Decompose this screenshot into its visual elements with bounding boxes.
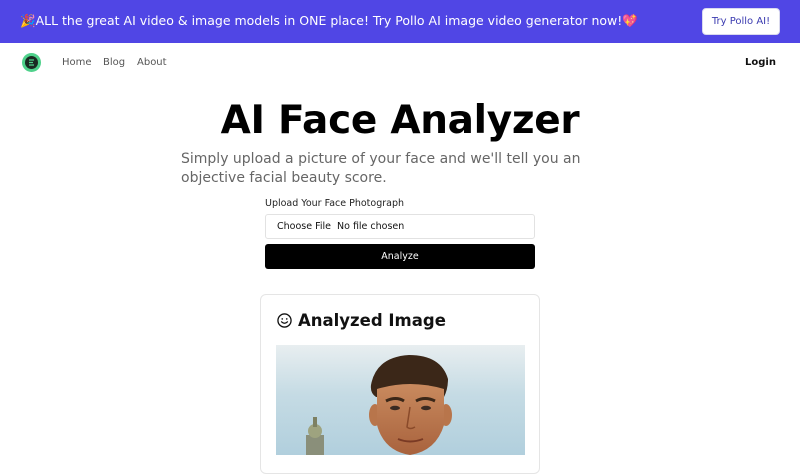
nav-blog-link[interactable]: Blog	[103, 57, 125, 68]
logo-glyph	[29, 59, 34, 66]
promo-banner-text: 🎉ALL the great AI video & image models i…	[20, 13, 638, 28]
logo-mark	[25, 56, 38, 69]
page-title: AI Face Analyzer	[220, 98, 580, 143]
page-subtitle: Simply upload a picture of your face and…	[181, 151, 581, 186]
top-nav: Home Blog About Login	[0, 43, 800, 83]
analyze-button[interactable]: Analyze	[265, 244, 535, 269]
nav-about-link[interactable]: About	[137, 57, 167, 68]
analyzed-image-card: Analyzed Image	[260, 294, 540, 474]
choose-file-button[interactable]: Choose File	[277, 221, 331, 232]
login-link[interactable]: Login	[745, 57, 776, 68]
file-status-text: No file chosen	[337, 221, 405, 232]
logo-icon[interactable]	[22, 53, 41, 72]
card-title: Analyzed Image	[298, 311, 446, 330]
try-pollo-button[interactable]: Try Pollo AI!	[702, 8, 780, 35]
card-header: Analyzed Image	[277, 311, 446, 330]
face-photo	[276, 345, 525, 455]
face-photo-illustration	[306, 355, 452, 455]
nav-home-link[interactable]: Home	[62, 57, 92, 68]
upload-label: Upload Your Face Photograph	[265, 198, 405, 209]
promo-banner: 🎉ALL the great AI video & image models i…	[0, 0, 800, 43]
smile-icon	[277, 313, 292, 328]
file-upload-input[interactable]: Choose File No file chosen	[265, 214, 535, 239]
